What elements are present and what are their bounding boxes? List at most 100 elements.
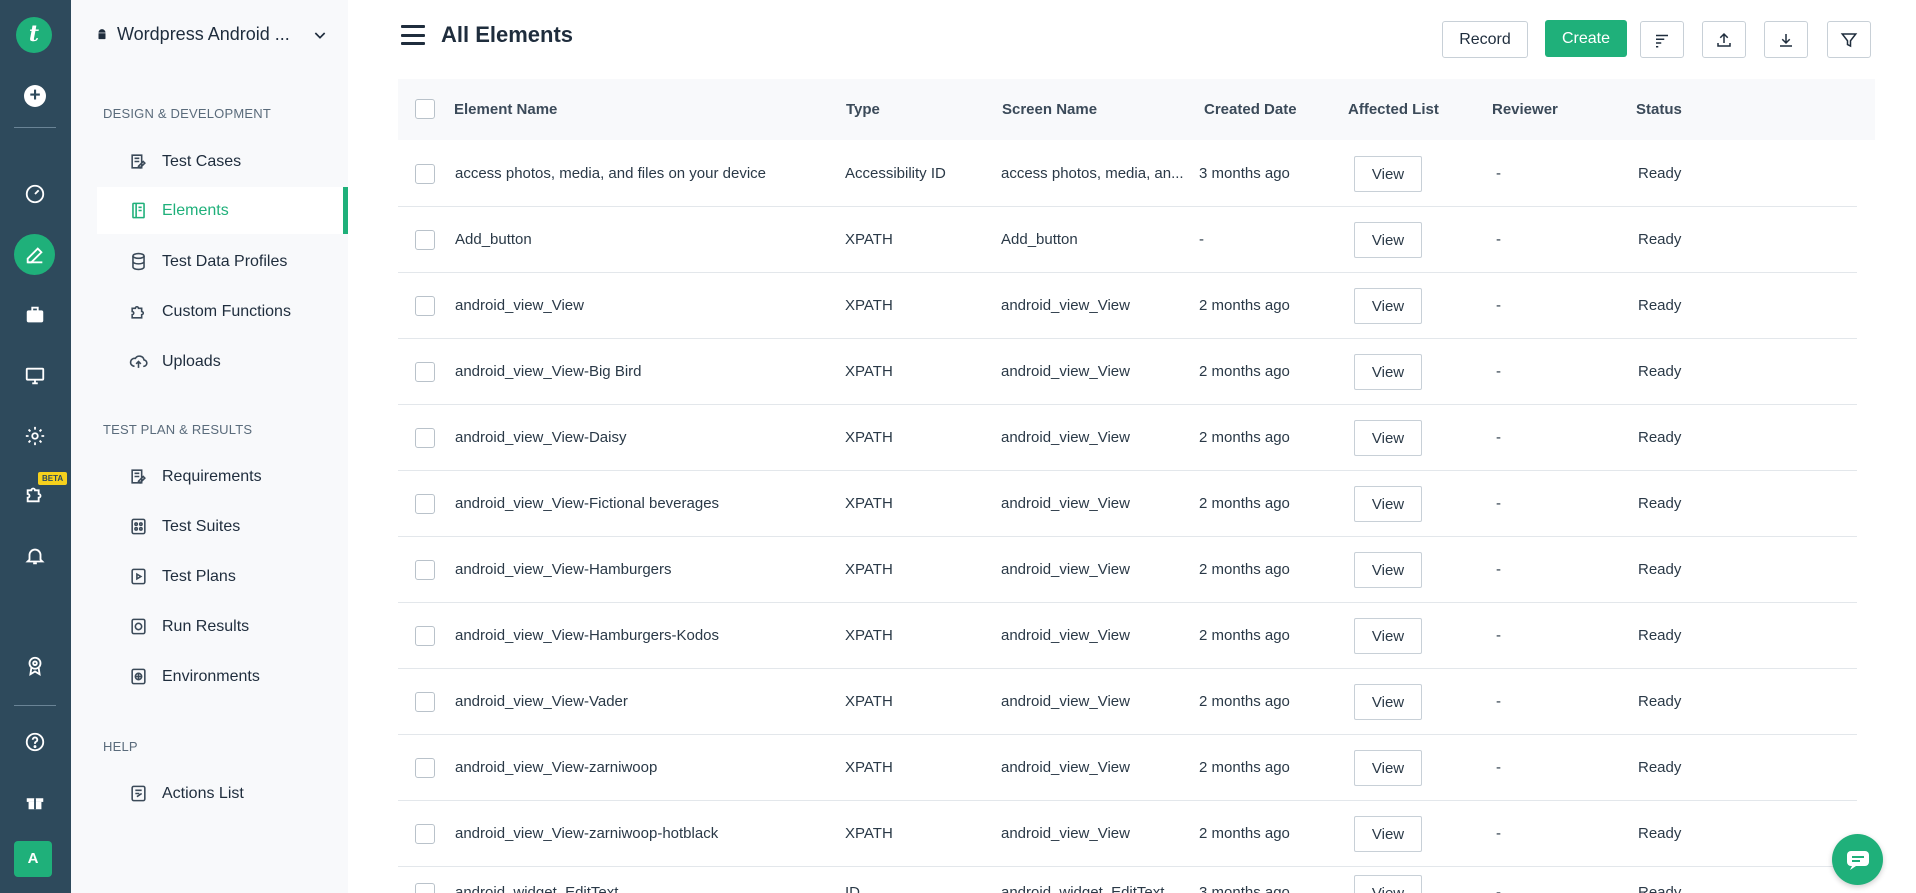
column-header-status[interactable]: Status <box>1636 79 1682 140</box>
status: Ready <box>1638 693 1682 710</box>
row-checkbox[interactable] <box>415 758 435 778</box>
view-affected-list-button[interactable]: View <box>1354 156 1422 192</box>
row-checkbox[interactable] <box>415 494 435 514</box>
import-button[interactable] <box>1764 21 1808 58</box>
table-row[interactable]: android_view_View-Hamburgers-Kodos XPATH… <box>398 603 1857 669</box>
chevron-down-icon <box>314 31 326 39</box>
award-icon[interactable] <box>19 650 51 682</box>
bell-icon[interactable] <box>19 540 51 572</box>
dashboard-icon[interactable] <box>19 178 51 210</box>
sidebar-item-actions-list[interactable]: Actions List <box>97 770 348 817</box>
created-date: 3 months ago <box>1199 165 1290 182</box>
column-header-created-date[interactable]: Created Date <box>1204 79 1297 140</box>
table-row[interactable]: android_view_View-Hamburgers XPATH andro… <box>398 537 1857 603</box>
element-name-link[interactable]: access photos, media, and files on your … <box>455 141 835 207</box>
settings-gear-icon[interactable] <box>19 420 51 452</box>
sidebar-item-environments[interactable]: Environments <box>97 653 348 700</box>
view-affected-list-button[interactable]: View <box>1354 552 1422 588</box>
avatar[interactable]: A <box>14 841 52 877</box>
sidebar-item-requirements[interactable]: Requirements <box>97 453 348 500</box>
element-type: XPATH <box>845 561 893 578</box>
created-date: 2 months ago <box>1199 693 1290 710</box>
gift-icon[interactable] <box>19 785 51 817</box>
element-type: XPATH <box>845 759 893 776</box>
row-checkbox[interactable] <box>415 230 435 250</box>
table-row[interactable]: android_widget_EditText ID android_widge… <box>398 867 1857 893</box>
table-row[interactable]: android_view_View-Daisy XPATH android_vi… <box>398 405 1857 471</box>
view-affected-list-button[interactable]: View <box>1354 354 1422 390</box>
chat-button[interactable] <box>1832 834 1883 885</box>
sidebar-item-custom-functions[interactable]: Custom Functions <box>97 288 348 335</box>
table-row[interactable]: access photos, media, and files on your … <box>398 141 1857 207</box>
table-row[interactable]: android_view_View XPATH android_view_Vie… <box>398 273 1857 339</box>
sidebar-item-elements[interactable]: Elements <box>97 187 348 234</box>
row-checkbox[interactable] <box>415 560 435 580</box>
status: Ready <box>1638 231 1682 248</box>
column-header-element-name[interactable]: Element Name <box>454 79 557 140</box>
export-button[interactable] <box>1702 21 1746 58</box>
view-affected-list-button[interactable]: View <box>1354 750 1422 786</box>
sidebar-item-test-data-profiles[interactable]: Test Data Profiles <box>97 238 348 285</box>
menu-icon[interactable] <box>401 25 425 45</box>
monitor-icon[interactable] <box>19 360 51 392</box>
table-row[interactable]: android_view_View-Vader XPATH android_vi… <box>398 669 1857 735</box>
row-checkbox[interactable] <box>415 164 435 184</box>
view-affected-list-button[interactable]: View <box>1354 288 1422 324</box>
reviewer: - <box>1496 825 1501 842</box>
row-checkbox[interactable] <box>415 626 435 646</box>
element-name-link[interactable]: android_view_View <box>455 273 835 339</box>
element-name-link[interactable]: android_view_View-Fictional beverages <box>455 471 835 537</box>
row-checkbox[interactable] <box>415 883 435 893</box>
select-all-checkbox[interactable] <box>415 99 435 119</box>
sidebar-item-run-results[interactable]: Run Results <box>97 603 348 650</box>
table-row[interactable]: android_view_View-zarniwoop-hotblack XPA… <box>398 801 1857 867</box>
project-selector[interactable]: Wordpress Android ... <box>95 24 328 45</box>
element-name-link[interactable]: android_view_View-Daisy <box>455 405 835 471</box>
pencil-icon[interactable] <box>14 234 55 275</box>
add-icon[interactable]: + <box>24 85 46 107</box>
element-name-link[interactable]: android_view_View-zarniwoop-hotblack <box>455 801 835 867</box>
element-name-link[interactable]: android_view_View-Vader <box>455 669 835 735</box>
record-button[interactable]: Record <box>1442 21 1528 58</box>
table-row[interactable]: Add_button XPATH Add_button - View - Rea… <box>398 207 1857 273</box>
status: Ready <box>1638 165 1682 182</box>
view-affected-list-button[interactable]: View <box>1354 222 1422 258</box>
element-name-link[interactable]: android_view_View-Hamburgers <box>455 537 835 603</box>
testsigma-logo[interactable]: t <box>16 17 52 53</box>
row-checkbox[interactable] <box>415 824 435 844</box>
row-checkbox[interactable] <box>415 296 435 316</box>
create-button[interactable]: Create <box>1545 20 1627 57</box>
row-checkbox[interactable] <box>415 692 435 712</box>
table-row[interactable]: android_view_View-zarniwoop XPATH androi… <box>398 735 1857 801</box>
screen-name: android_widget_EditText <box>1001 884 1165 893</box>
briefcase-icon[interactable] <box>19 299 51 331</box>
element-name-link[interactable]: android_view_View-zarniwoop <box>455 735 835 801</box>
sidebar-item-test-cases[interactable]: Test Cases <box>97 138 348 185</box>
element-name-link[interactable]: android_widget_EditText <box>455 867 835 893</box>
view-affected-list-button[interactable]: View <box>1354 486 1422 522</box>
table-row[interactable]: android_view_View-Fictional beverages XP… <box>398 471 1857 537</box>
sidebar-item-test-plans[interactable]: Test Plans <box>97 553 348 600</box>
table-row[interactable]: android_view_View-Big Bird XPATH android… <box>398 339 1857 405</box>
element-name-link[interactable]: android_view_View-Hamburgers-Kodos <box>455 603 835 669</box>
filter-button[interactable] <box>1827 21 1871 58</box>
sidebar-item-test-suites[interactable]: Test Suites <box>97 503 348 550</box>
sidebar-item-uploads[interactable]: Uploads <box>97 338 348 385</box>
sort-button[interactable] <box>1640 21 1684 58</box>
row-checkbox[interactable] <box>415 362 435 382</box>
help-icon[interactable] <box>19 726 51 758</box>
view-affected-list-button[interactable]: View <box>1354 618 1422 654</box>
column-header-type[interactable]: Type <box>846 79 880 140</box>
column-header-reviewer[interactable]: Reviewer <box>1492 79 1558 140</box>
view-affected-list-button[interactable]: View <box>1354 816 1422 852</box>
element-name-link[interactable]: android_view_View-Big Bird <box>455 339 835 405</box>
view-affected-list-button[interactable]: View <box>1354 684 1422 720</box>
view-affected-list-button[interactable]: View <box>1354 420 1422 456</box>
element-name-link[interactable]: Add_button <box>455 207 835 273</box>
chat-icon <box>1846 850 1869 870</box>
row-checkbox[interactable] <box>415 428 435 448</box>
view-affected-list-button[interactable]: View <box>1354 875 1422 893</box>
reviewer: - <box>1496 363 1501 380</box>
screen-name: android_view_View <box>1001 561 1130 578</box>
column-header-screen-name[interactable]: Screen Name <box>1002 79 1097 140</box>
